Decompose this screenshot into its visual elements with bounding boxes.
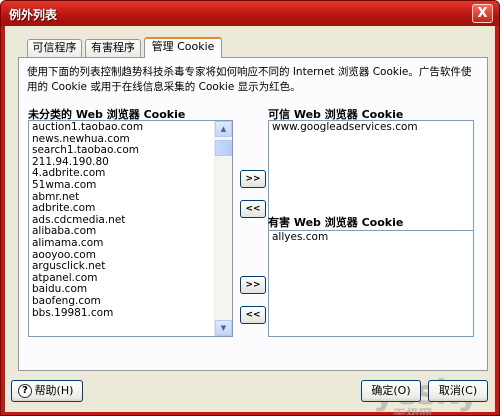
title-bar[interactable]: 例外列表 X [1, 1, 499, 26]
close-button[interactable]: X [472, 4, 493, 23]
harmful-cookie-list[interactable]: allyes.com [268, 230, 474, 337]
uncategorized-items: auction1.taobao.com news.newhua.com search… [32, 121, 212, 320]
move-to-harmful-button[interactable]: >> [240, 276, 266, 294]
list-item[interactable]: allyes.com [272, 231, 453, 244]
list-item[interactable]: bbs.19981.com [32, 307, 212, 320]
scrollbar[interactable]: ▲ ▼ [214, 121, 232, 336]
help-button[interactable]: ? 帮助(H) [11, 380, 83, 402]
tab-panel: 使用下面的列表控制趋势科技杀毒专家将如何响应不同的 Internet 浏览器 C… [18, 57, 488, 371]
list-item[interactable]: baofeng.com [32, 295, 212, 308]
scroll-up-button[interactable]: ▲ [215, 121, 232, 137]
harmful-items: allyes.com [272, 231, 453, 244]
harmful-label: 有害 Web 浏览器 Cookie [268, 216, 404, 229]
list-item[interactable]: auction1.taobao.com [32, 121, 212, 134]
scroll-down-button[interactable]: ▼ [215, 320, 232, 336]
list-item[interactable]: adbrite.com [32, 203, 212, 215]
help-icon: ? [18, 384, 32, 398]
move-from-harmful-button[interactable]: << [240, 306, 266, 324]
move-from-trusted-button[interactable]: << [240, 200, 266, 218]
cancel-button[interactable]: 取消(C) [428, 380, 488, 402]
tab-harmful-programs[interactable]: 有害程序 [85, 39, 141, 57]
yesky-watermark-sub: 天极网 [393, 408, 433, 416]
window-title: 例外列表 [9, 8, 58, 22]
tab-trusted-programs[interactable]: 可信程序 [27, 39, 82, 57]
trusted-items: www.googleadservices.com [272, 121, 453, 134]
tab-manage-cookie[interactable]: 管理 Cookie [144, 37, 222, 58]
scroll-thumb[interactable] [215, 140, 232, 156]
uncategorized-cookie-list[interactable]: auction1.taobao.com news.newhua.com search… [28, 120, 233, 337]
list-item[interactable]: argusclick.net [32, 261, 212, 273]
help-button-label: 帮助(H) [34, 384, 74, 397]
ok-button[interactable]: 确定(O) [361, 380, 421, 402]
list-item[interactable]: alimama.com [32, 237, 212, 250]
description-text: 使用下面的列表控制趋势科技杀毒专家将如何响应不同的 Internet 浏览器 C… [27, 66, 472, 93]
list-item[interactable]: 51wma.com [32, 179, 212, 192]
exception-list-dialog: 例外列表 X 可信程序 有害程序 管理 Cookie 使用下面的列表控制趋势科技… [0, 0, 500, 416]
list-item[interactable]: www.googleadservices.com [272, 121, 453, 134]
dialog-body: 可信程序 有害程序 管理 Cookie 使用下面的列表控制趋势科技杀毒专家将如何… [5, 26, 495, 415]
move-to-trusted-button[interactable]: >> [240, 170, 266, 188]
